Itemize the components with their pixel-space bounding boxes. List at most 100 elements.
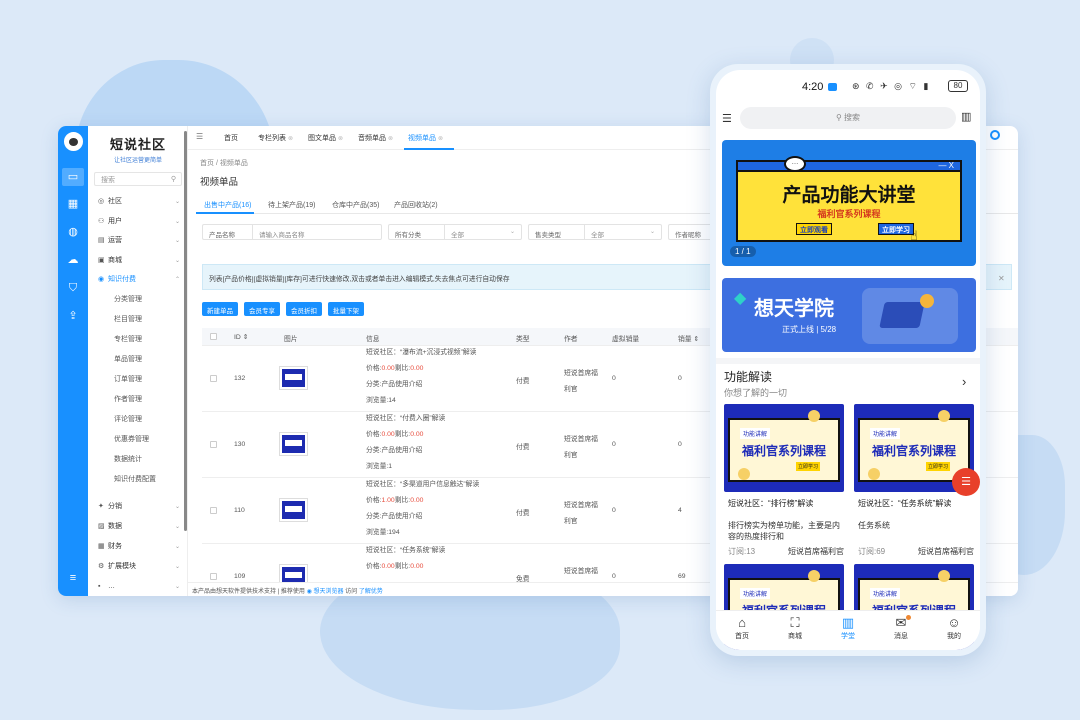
ratio-value[interactable]: 0.00 bbox=[410, 563, 423, 570]
globe-icon[interactable]: ◍ bbox=[66, 226, 80, 238]
tab-shop-bag[interactable]: ⛶ 商城 bbox=[775, 615, 815, 641]
menu-item-4[interactable]: ▣ 商城 ⌄ bbox=[98, 255, 182, 267]
submenu-item[interactable]: 作者管理 bbox=[114, 394, 142, 406]
menu-item-bottom-5[interactable]: ▪ … ⌄ bbox=[98, 581, 182, 593]
close-tab-icon[interactable]: ⊗ bbox=[438, 136, 443, 142]
row-checkbox[interactable] bbox=[210, 573, 217, 580]
ratio-value[interactable]: 0.00 bbox=[410, 431, 423, 438]
price-value[interactable]: 1.00 bbox=[381, 497, 394, 504]
status-tab-1[interactable]: 出售中产品(16) bbox=[204, 200, 251, 210]
academy-subtitle: 正式上线 | 5/28 bbox=[782, 325, 837, 334]
ratio-value[interactable]: 0.00 bbox=[410, 365, 423, 372]
submenu-item[interactable]: 单品管理 bbox=[114, 354, 142, 366]
row-thumbnail[interactable] bbox=[279, 366, 308, 390]
list-menu-icon[interactable]: ☰ bbox=[722, 112, 732, 125]
row-title[interactable]: 短说社区：“瀑布流+沉浸式视频”解读 bbox=[366, 346, 476, 362]
refresh-icon[interactable] bbox=[990, 130, 1000, 140]
category-select[interactable]: 全部 ⌄ bbox=[444, 224, 522, 240]
close-tab-icon[interactable]: ⊗ bbox=[388, 136, 393, 142]
row-title[interactable]: 短说社区：“多渠道用户信息触达”解读 bbox=[366, 478, 479, 494]
price-value[interactable]: 0.00 bbox=[381, 431, 394, 438]
select-all-checkbox[interactable] bbox=[210, 333, 217, 340]
cloud-icon[interactable]: ☁ bbox=[66, 254, 80, 266]
row-virtual-sales[interactable]: 0 bbox=[612, 507, 616, 514]
action-button-3[interactable]: 会员折扣 bbox=[286, 302, 322, 316]
menu-item-5[interactable]: ◉ 知识付费 ⌃ bbox=[98, 274, 182, 286]
row-thumbnail[interactable] bbox=[279, 498, 308, 522]
tab-mail[interactable]: ✉ 消息 bbox=[881, 615, 921, 641]
shield-icon[interactable]: ⛉ bbox=[66, 282, 80, 294]
watch-now-button[interactable]: 立即观看 bbox=[796, 223, 832, 235]
submenu-item[interactable]: 专栏管理 bbox=[114, 334, 142, 346]
menu-item-bottom-3[interactable]: ▦ 财务 ⌄ bbox=[98, 541, 182, 553]
submenu-item[interactable]: 知识付费配置 bbox=[114, 474, 156, 486]
menu-item-2[interactable]: ⚇ 用户 ⌄ bbox=[98, 216, 182, 228]
cloud-upload-icon[interactable]: ⇪ bbox=[66, 310, 80, 322]
status-tab-2[interactable]: 待上架产品(19) bbox=[268, 200, 315, 210]
tab-book[interactable]: ▥ 学堂 bbox=[828, 615, 868, 641]
row-title[interactable]: 短说社区：“付费入圈”解读 bbox=[366, 412, 445, 428]
row-virtual-sales[interactable]: 0 bbox=[612, 573, 616, 580]
sale-type-select[interactable]: 全部 ⌄ bbox=[584, 224, 662, 240]
price-value[interactable]: 0.00 bbox=[381, 563, 394, 570]
row-checkbox[interactable] bbox=[210, 375, 217, 382]
header-id[interactable]: ID ⇕ bbox=[234, 333, 248, 341]
breadcrumb-home[interactable]: 首页 bbox=[200, 160, 214, 167]
app-search-input[interactable]: ⚲ 搜索 bbox=[740, 107, 956, 129]
course-banner[interactable]: — X … 产品功能大讲堂 福利官系列课程 立即观看 立即学习 ☝ 1 / 1 bbox=[722, 140, 976, 266]
tab-5[interactable]: 视频单品 ⊗ bbox=[408, 133, 443, 143]
chevron-right-icon[interactable]: › bbox=[962, 374, 966, 389]
header-sales[interactable]: 销量 ⇕ bbox=[678, 333, 699, 343]
ratio-value[interactable]: 0.00 bbox=[410, 497, 423, 504]
grid-icon[interactable]: ▦ bbox=[66, 198, 80, 210]
academy-banner[interactable]: ◆ 想天学院 正式上线 | 5/28 bbox=[722, 278, 976, 352]
tab-1[interactable]: 首页 bbox=[224, 133, 238, 143]
collapse-icon[interactable]: ☰ bbox=[196, 132, 203, 141]
row-virtual-sales[interactable]: 0 bbox=[612, 441, 616, 448]
menu-item-label: 用户 bbox=[108, 217, 122, 225]
avatar[interactable] bbox=[64, 132, 83, 151]
submenu-item[interactable]: 数据统计 bbox=[114, 454, 142, 466]
study-now-button[interactable]: 立即学习 bbox=[878, 223, 914, 235]
status-tab-4[interactable]: 产品回收站(2) bbox=[394, 200, 438, 210]
menu-search-input[interactable]: 搜索 ⚲ bbox=[94, 172, 182, 186]
learn-more-link[interactable]: 了解优势 bbox=[359, 589, 383, 595]
submenu-item[interactable]: 优惠券管理 bbox=[114, 434, 149, 446]
action-button-1[interactable]: 新建单品 bbox=[202, 302, 238, 316]
close-notice-icon[interactable]: ✕ bbox=[998, 274, 1005, 283]
category-value: 全部 bbox=[451, 232, 464, 239]
row-virtual-sales[interactable]: 0 bbox=[612, 375, 616, 382]
row-title[interactable]: 短说社区：“任务系统”解读 bbox=[366, 544, 445, 560]
submenu-item[interactable]: 分类管理 bbox=[114, 294, 142, 306]
status-tab-3[interactable]: 仓库中产品(35) bbox=[332, 200, 379, 210]
menu-icon[interactable]: ≡ bbox=[66, 572, 80, 584]
menu-item-3[interactable]: ▤ 运营 ⌄ bbox=[98, 235, 182, 247]
submenu-item[interactable]: 栏目管理 bbox=[114, 314, 142, 326]
tab-4[interactable]: 音频单品 ⊗ bbox=[358, 133, 393, 143]
menu-item-bottom-4[interactable]: ⚙ 扩展模块 ⌄ bbox=[98, 561, 182, 573]
submenu-item[interactable]: 订单管理 bbox=[114, 374, 142, 386]
layers-float-button[interactable]: ☰ bbox=[952, 468, 980, 496]
name-filter-input[interactable]: 请输入商品名称 bbox=[252, 224, 382, 240]
browser-link[interactable]: 想天浏览器 bbox=[314, 589, 344, 595]
tab-3[interactable]: 图文单品 ⊗ bbox=[308, 133, 343, 143]
tab-2[interactable]: 专栏列表 ⊗ bbox=[258, 133, 293, 143]
close-tab-icon[interactable]: ⊗ bbox=[288, 136, 293, 142]
ranking-icon[interactable]: ▥ bbox=[961, 110, 971, 123]
menu-scrollbar[interactable] bbox=[184, 131, 187, 531]
close-tab-icon[interactable]: ⊗ bbox=[338, 136, 343, 142]
row-sales: 69 bbox=[678, 573, 686, 580]
action-button-2[interactable]: 会员专享 bbox=[244, 302, 280, 316]
menu-item-bottom-2[interactable]: ▨ 数据 ⌄ bbox=[98, 521, 182, 533]
menu-item-1[interactable]: ◎ 社区 ⌄ bbox=[98, 196, 182, 208]
row-thumbnail[interactable] bbox=[279, 432, 308, 456]
tab-profile[interactable]: ☺ 我的 bbox=[934, 615, 974, 641]
row-checkbox[interactable] bbox=[210, 507, 217, 514]
action-button-4[interactable]: 批量下架 bbox=[328, 302, 364, 316]
price-value[interactable]: 0.00 bbox=[381, 365, 394, 372]
menu-item-bottom-1[interactable]: ✦ 分销 ⌄ bbox=[98, 501, 182, 513]
tab-home[interactable]: ⌂ 首页 bbox=[722, 615, 762, 641]
monitor-icon[interactable]: ▭ bbox=[62, 168, 84, 186]
row-checkbox[interactable] bbox=[210, 441, 217, 448]
submenu-item[interactable]: 评论管理 bbox=[114, 414, 142, 426]
